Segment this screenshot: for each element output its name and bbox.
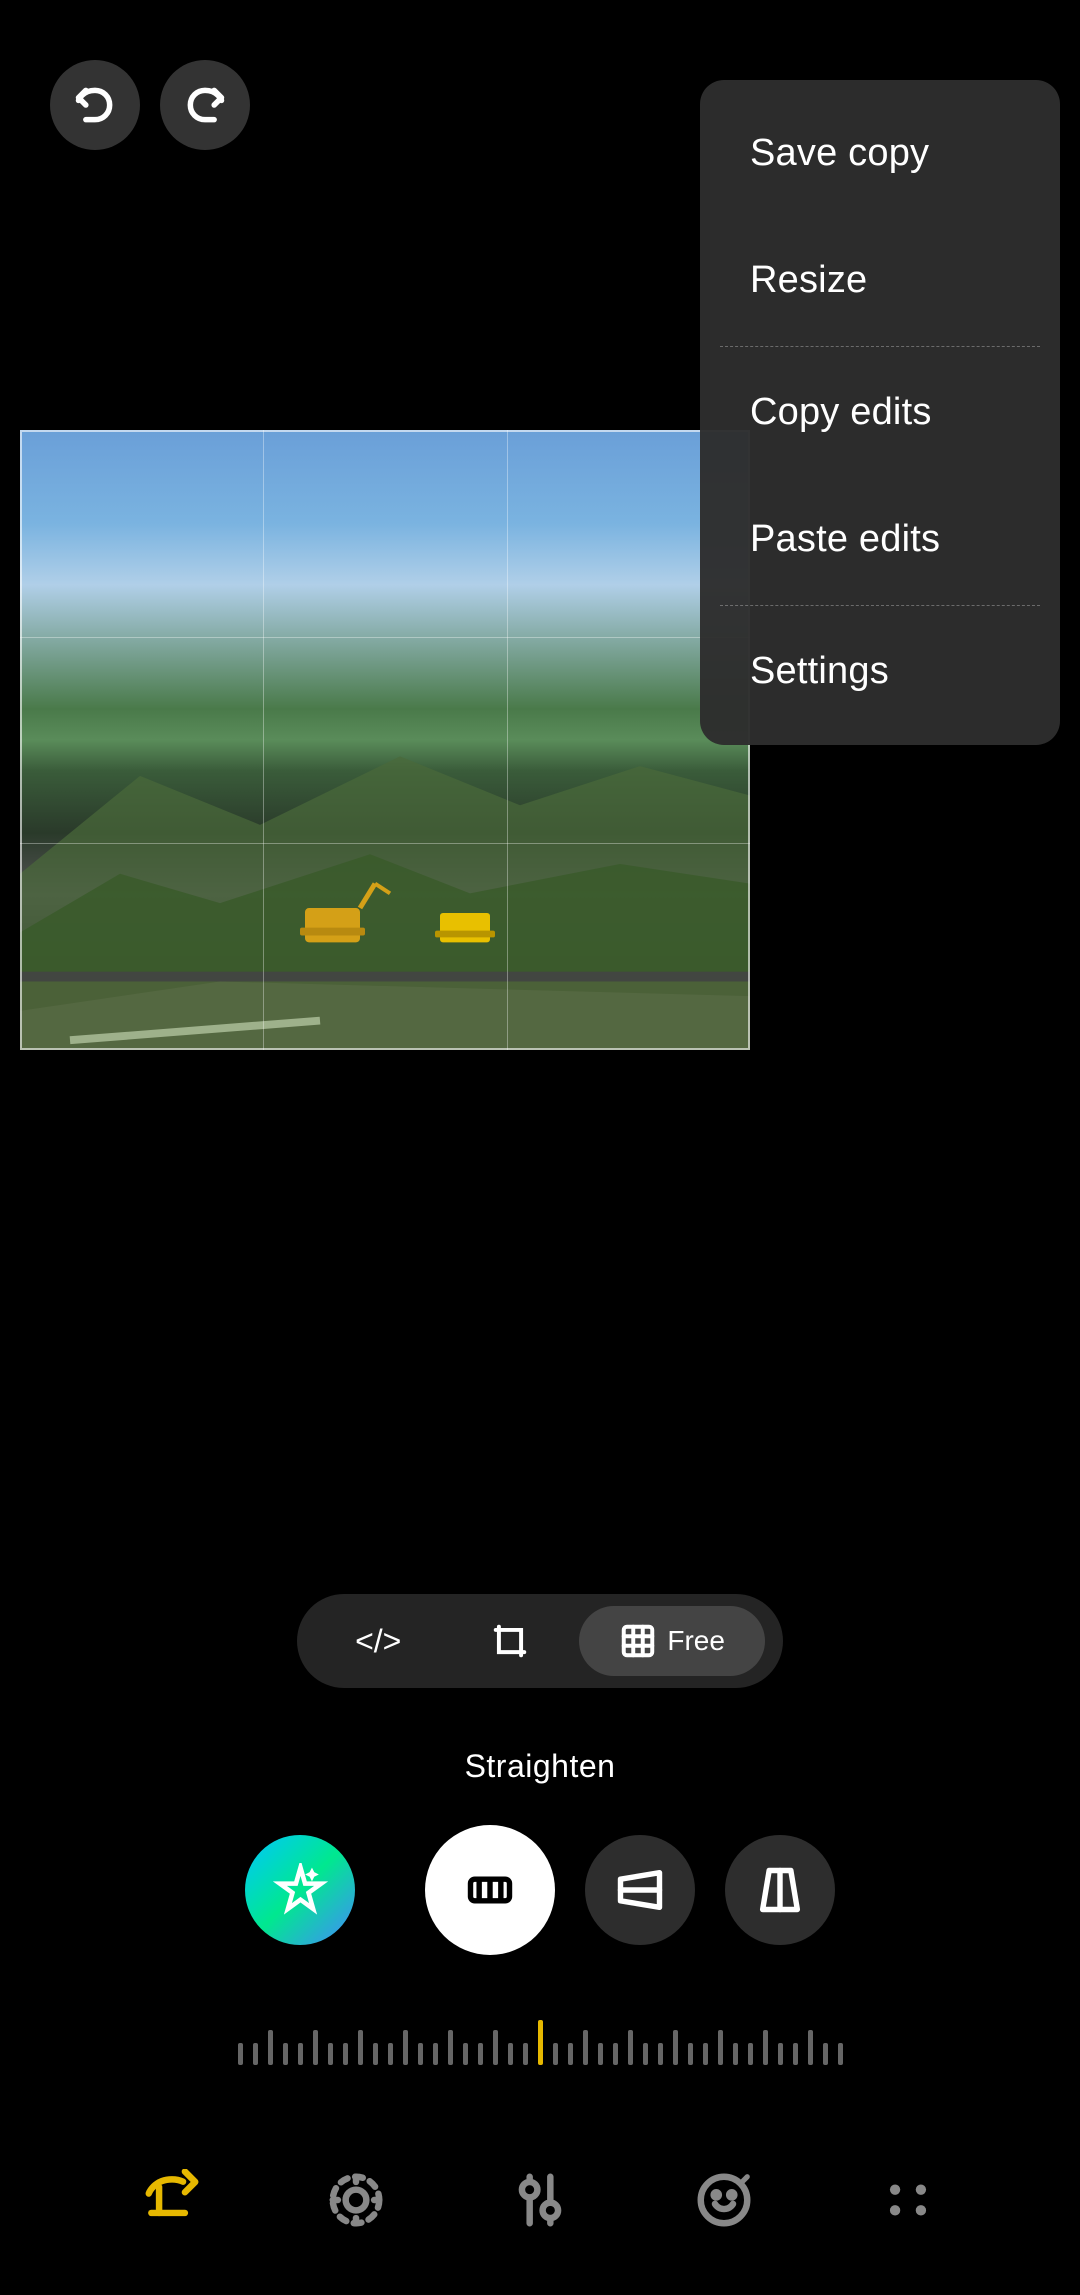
menu-item-paste-edits[interactable]: Paste edits: [700, 476, 1060, 603]
nav-adjust[interactable]: [301, 2155, 411, 2245]
menu-item-copy-edits[interactable]: Copy edits: [700, 349, 1060, 476]
dropdown-menu: Save copy Resize Copy edits Paste edits …: [700, 80, 1060, 745]
markup-icon: [689, 2165, 759, 2235]
bottom-nav: [0, 2155, 1080, 2245]
adjust-icon: [321, 2165, 391, 2235]
nav-markup[interactable]: [669, 2155, 779, 2245]
more-icon: [873, 2165, 943, 2235]
ai-button[interactable]: [245, 1835, 355, 1945]
mode-pills: </> Free: [297, 1594, 783, 1688]
menu-item-settings[interactable]: Settings: [700, 608, 1060, 735]
menu-item-resize[interactable]: Resize: [700, 217, 1060, 344]
undo-button[interactable]: [50, 60, 140, 150]
filter-icon: [505, 2165, 575, 2235]
redo-button[interactable]: [160, 60, 250, 150]
mode-crop[interactable]: [451, 1606, 569, 1676]
straighten-label: Straighten: [465, 1748, 616, 1785]
ruler-container[interactable]: [0, 2015, 1080, 2065]
menu-divider-1: [720, 346, 1040, 347]
mode-transform[interactable]: </>: [315, 1606, 441, 1676]
menu-divider-2: [720, 605, 1040, 606]
nav-filter[interactable]: [485, 2155, 595, 2245]
mode-free-label: Free: [667, 1625, 725, 1657]
menu-item-save-copy[interactable]: Save copy: [700, 90, 1060, 217]
crop-rotate-icon: [137, 2165, 207, 2235]
transform-row: [245, 1825, 835, 1955]
perspective-v-button[interactable]: [725, 1835, 835, 1945]
straighten-button[interactable]: [425, 1825, 555, 1955]
nav-crop-rotate[interactable]: [117, 2155, 227, 2245]
ruler: [233, 2015, 848, 2065]
mode-free[interactable]: Free: [579, 1606, 765, 1676]
photo-canvas: [20, 430, 750, 1050]
perspective-h-button[interactable]: [585, 1835, 695, 1945]
nav-more[interactable]: [853, 2155, 963, 2245]
